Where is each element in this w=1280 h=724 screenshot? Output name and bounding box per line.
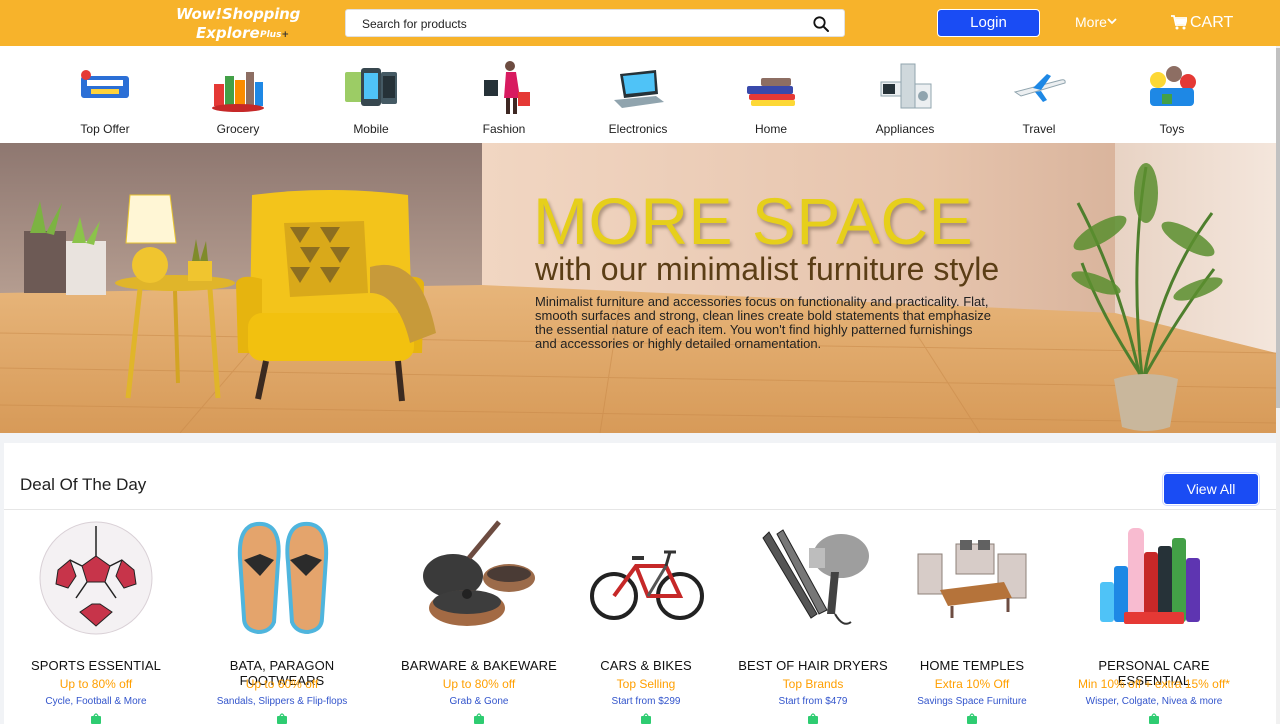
category-strip: Top Offer Grocery Mobile Fashion Electro…: [0, 46, 1276, 143]
special-offer-tag-icon: [81, 70, 129, 98]
deal-card[interactable]: BARWARE & BAKEWARE Up to 80% off Grab & …: [389, 518, 569, 724]
category-toys[interactable]: Toys: [1117, 46, 1227, 143]
deal-offer: Extra 10% Off: [934, 677, 1010, 691]
more-label: More: [1075, 14, 1107, 30]
category-mobile[interactable]: Mobile: [316, 46, 426, 143]
search-icon[interactable]: [812, 15, 830, 33]
category-label: Mobile: [353, 122, 389, 136]
banner-headline: MORE SPACE: [533, 184, 974, 258]
deal-of-the-day-section: Deal Of The Day View All SPORTS ESSENTIA…: [4, 443, 1276, 724]
search-bar: [345, 9, 845, 37]
logo-plus: Plus+: [260, 30, 289, 40]
mobile-phone-icon: [345, 68, 397, 106]
deal-offer: Up to 80% off: [442, 677, 516, 691]
more-menu[interactable]: More: [1075, 14, 1117, 30]
category-label: Electronics: [608, 122, 668, 136]
bicycle-icon: [590, 550, 704, 620]
shopping-bag-icon: [641, 713, 651, 724]
category-label: Toys: [1159, 122, 1185, 136]
shopping-bag-icon: [967, 713, 977, 724]
search-input[interactable]: [362, 15, 802, 33]
deal-card[interactable]: HOME TEMPLES Extra 10% Off Savings Space…: [882, 518, 1062, 724]
category-label: Travel: [1022, 122, 1056, 136]
banner-body: Minimalist furniture and accessories foc…: [535, 294, 991, 351]
airplane-icon: [1013, 74, 1066, 102]
deal-subtitle: Start from $479: [778, 696, 848, 707]
deal-offer: Top Brands: [782, 677, 844, 691]
deal-name: CARS & BIKES: [600, 658, 692, 673]
deal-subtitle: Savings Space Furniture: [917, 696, 1027, 707]
cart-label: CART: [1190, 14, 1234, 31]
deal-name: BARWARE & BAKEWARE: [401, 658, 557, 673]
page-scrollbar[interactable]: [1276, 46, 1280, 724]
category-travel[interactable]: Travel: [984, 46, 1094, 143]
toys-icon: [1150, 66, 1196, 106]
view-all-button[interactable]: View All: [1163, 473, 1259, 505]
shopping-bag-icon: [474, 713, 484, 724]
deal-offer: Up to 80% off: [59, 677, 133, 691]
cookware-icon: [423, 520, 535, 626]
hair-dryer-icon: [762, 529, 869, 625]
laptop-icon: [614, 70, 664, 108]
category-appliances[interactable]: Appliances: [850, 46, 960, 143]
deal-card[interactable]: BEST OF HAIR DRYERS Top Brands Start fro…: [723, 518, 903, 724]
shopping-bag-icon: [91, 713, 101, 724]
deal-offer: Up to 60% off: [245, 677, 319, 691]
logo-line-1: Wow!Shopping: [176, 5, 301, 23]
football-icon: [39, 521, 153, 635]
deal-name: SPORTS ESSENTIAL: [31, 658, 161, 673]
category-home[interactable]: Home: [716, 46, 826, 143]
fashion-shopper-icon: [484, 61, 530, 114]
category-grocery[interactable]: Grocery: [183, 46, 293, 143]
deal-name: HOME TEMPLES: [919, 658, 1025, 673]
top-header: Wow!Shopping Explore Plus+ Login More CA…: [0, 0, 1280, 46]
category-label: Fashion: [482, 122, 526, 136]
category-label: Top Offer: [80, 122, 130, 136]
deal-offer: Top Selling: [616, 677, 676, 691]
banner-subheadline: with our minimalist furniture style: [535, 251, 1000, 287]
category-label: Home: [754, 122, 787, 136]
site-logo[interactable]: Wow!Shopping Explore Plus+: [176, 4, 306, 44]
category-label: Appliances: [875, 122, 935, 136]
deal-subtitle: Start from $299: [611, 696, 681, 707]
section-title: Deal Of The Day: [20, 475, 147, 494]
home-textiles-icon: [747, 78, 795, 106]
deal-card[interactable]: CARS & BIKES Top Selling Start from $299: [556, 518, 736, 724]
flip-flops-icon: [237, 521, 329, 635]
deal-subtitle: Grab & Gone: [449, 696, 509, 707]
shopping-bag-icon: [1149, 713, 1159, 724]
shopping-bag-icon: [808, 713, 818, 724]
deal-card[interactable]: PERSONAL CARE ESSENTIAL Min 10% off + ex…: [1064, 518, 1244, 724]
category-label: Grocery: [216, 122, 260, 136]
grocery-icon: [212, 72, 264, 112]
deal-subtitle: Cycle, Football & More: [45, 696, 147, 707]
hero-banner[interactable]: MORE SPACE with our minimalist furniture…: [0, 143, 1276, 433]
deal-subtitle: Wisper, Colgate, Nivea & more: [1085, 696, 1223, 707]
deal-name: BEST OF HAIR DRYERS: [738, 658, 888, 673]
cart-icon: [1171, 15, 1187, 30]
category-fashion[interactable]: Fashion: [449, 46, 559, 143]
category-top-offer[interactable]: Top Offer: [50, 46, 160, 143]
deal-offer: Min 10% off + extra 15% off*: [1078, 677, 1230, 691]
login-button[interactable]: Login: [937, 9, 1040, 37]
category-electronics[interactable]: Electronics: [583, 46, 693, 143]
scrollbar-thumb[interactable]: [1276, 48, 1280, 408]
deal-card[interactable]: BATA, PARAGON FOOTWEARS Up to 60% off Sa…: [192, 518, 372, 724]
deal-subtitle: Sandals, Slippers & Flip-flops: [216, 696, 348, 707]
personal-care-products-icon: [1100, 528, 1200, 624]
patio-furniture-icon: [917, 540, 1027, 618]
logo-line-2: Explore: [196, 24, 260, 42]
deal-card[interactable]: SPORTS ESSENTIAL Up to 80% off Cycle, Fo…: [6, 518, 186, 724]
appliances-icon: [880, 63, 932, 109]
section-divider: [4, 509, 1276, 510]
shopping-bag-icon: [277, 713, 287, 724]
chevron-down-icon: [1107, 18, 1117, 25]
